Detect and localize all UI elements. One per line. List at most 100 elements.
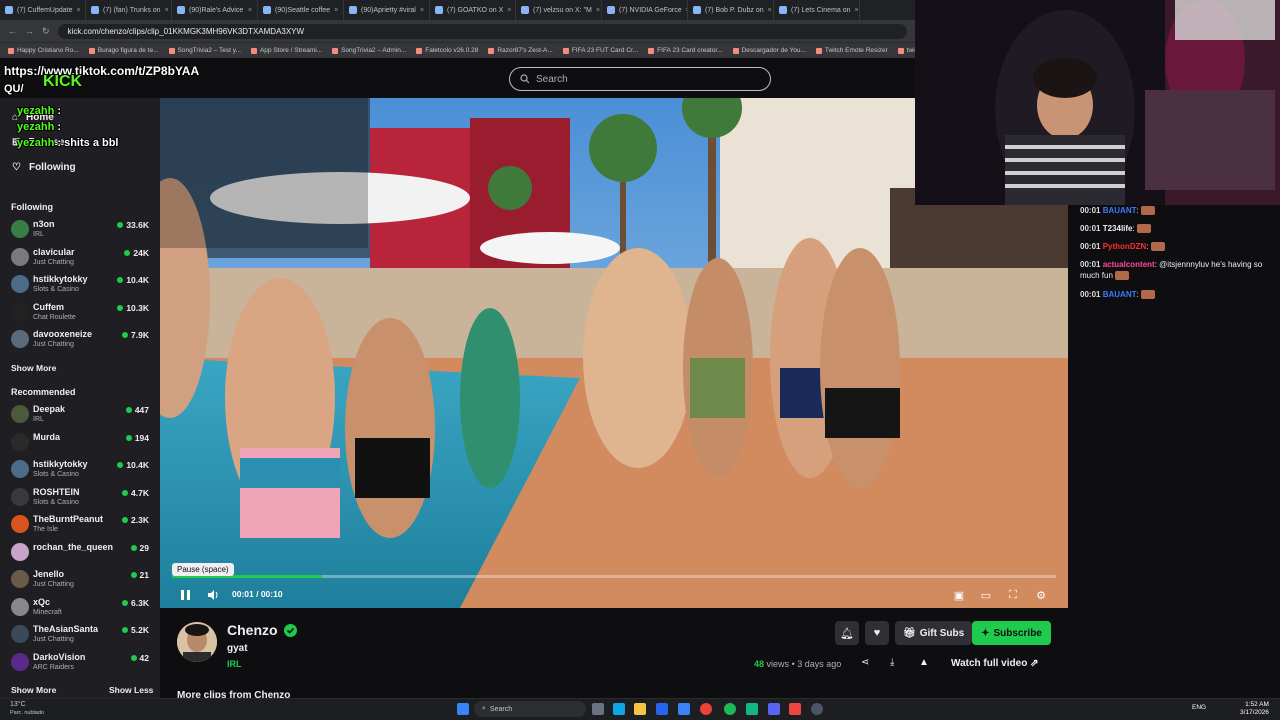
sidebar-channel[interactable]: xQc Minecraft 6.3K bbox=[11, 596, 151, 622]
bookmark-item[interactable]: SongTrivia2 – Admin... bbox=[332, 47, 406, 54]
task-view-icon[interactable] bbox=[592, 703, 604, 715]
chat-username[interactable]: actualcontent bbox=[1103, 260, 1155, 269]
browser-tab[interactable]: (7) Bob P. Dubz on × bbox=[688, 0, 774, 20]
bookmark-item[interactable]: Descargador de You... bbox=[732, 47, 806, 54]
settings-button[interactable]: ⚙ bbox=[1033, 587, 1049, 603]
bookmark-item[interactable]: Faletcolo v26.0.28 bbox=[416, 47, 478, 54]
bookmark-item[interactable]: Burago figura de te... bbox=[88, 47, 159, 54]
chat-username[interactable]: BAUANT bbox=[1103, 290, 1137, 299]
bookmark-item[interactable]: FIFA 23 Card creator... bbox=[648, 47, 723, 54]
fullscreen-button[interactable]: ⛶ bbox=[1005, 587, 1021, 603]
sidebar-channel[interactable]: Deepak IRL 447 bbox=[11, 403, 151, 429]
avatar bbox=[11, 542, 29, 561]
browser-tab[interactable]: (7) velzsu on X: "M × bbox=[516, 0, 602, 20]
back-icon[interactable]: ← bbox=[8, 26, 17, 36]
sidebar-channel[interactable]: Murda 194 bbox=[11, 431, 151, 457]
sidebar-channel[interactable]: DarkoVision ARC Raiders 42 bbox=[11, 651, 151, 677]
tab-title: (7) GOATKO on X bbox=[447, 6, 504, 14]
bookmark-item[interactable]: Twitch Emote Resizer bbox=[815, 47, 888, 54]
weather-widget[interactable]: 13°C Parc. nublado bbox=[10, 701, 44, 717]
tab-favicon-icon bbox=[779, 6, 787, 14]
bookmarks-bar: Happy Cristiano Ro... Burago figura de te… bbox=[0, 42, 915, 58]
close-icon[interactable]: × bbox=[768, 7, 772, 14]
sidebar-channel[interactable]: ROSHTEIN Slots & Casino 4.7K bbox=[11, 486, 151, 512]
bookmark-item[interactable]: Razor87's Zest-A... bbox=[488, 47, 553, 54]
chrome-icon[interactable] bbox=[700, 703, 712, 715]
bookmark-item[interactable]: App Store / Streami... bbox=[250, 47, 322, 54]
language-indicator[interactable]: ENG bbox=[1192, 704, 1206, 711]
follow-button[interactable]: ♥ bbox=[865, 621, 889, 645]
channel-name[interactable]: Chenzo bbox=[227, 622, 297, 638]
store-icon[interactable] bbox=[656, 703, 668, 715]
browser-tab[interactable]: (90)Aprietty #viral × bbox=[344, 0, 430, 20]
avatar[interactable] bbox=[177, 622, 217, 662]
sidebar-channel[interactable]: Jenello Just Chatting 21 bbox=[11, 568, 151, 594]
sidebar-channel[interactable]: davooxeneize Just Chatting 7.9K bbox=[11, 328, 151, 354]
close-icon[interactable]: × bbox=[77, 7, 81, 14]
subscribe-button[interactable]: ✦ Subscribe bbox=[972, 621, 1051, 645]
pause-button[interactable] bbox=[177, 587, 193, 603]
gift-subs-button[interactable]: 🎁︎ Gift Subs bbox=[895, 621, 973, 645]
sidebar-channel[interactable]: hstikkytokky Slots & Casino 10.4K bbox=[11, 273, 151, 299]
browser-tab[interactable]: (7) NVIDIA GeForce× bbox=[602, 0, 688, 20]
tab-title: (7) velzsu on X: "M bbox=[533, 6, 592, 14]
theatre-mode-button[interactable]: ▭ bbox=[978, 587, 994, 603]
browser-tab[interactable]: (90)Rale's Advice × bbox=[172, 0, 258, 20]
forward-icon[interactable]: → bbox=[25, 26, 34, 36]
browser-tab[interactable]: (7) Lets Cinema on × bbox=[774, 0, 860, 20]
music-icon[interactable] bbox=[789, 703, 801, 715]
sidebar-channel[interactable]: clavicular Just Chatting 24K bbox=[11, 246, 151, 272]
tab-favicon-icon bbox=[607, 6, 615, 14]
obs-icon[interactable] bbox=[811, 703, 823, 715]
show-less-recommended[interactable]: Show Less bbox=[109, 685, 153, 695]
search-input[interactable]: Search bbox=[509, 67, 771, 91]
watch-full-video-link[interactable]: Watch full video ⇗ bbox=[951, 658, 1038, 669]
spotify-icon[interactable] bbox=[724, 703, 736, 715]
bookmark-item[interactable]: twitch emote re bbox=[897, 47, 915, 54]
close-icon[interactable]: × bbox=[165, 7, 169, 14]
close-icon[interactable]: × bbox=[507, 7, 511, 14]
clock[interactable]: 1:52 AM 3/17/2026 bbox=[1240, 701, 1269, 717]
mail-icon[interactable] bbox=[678, 703, 690, 715]
chat-username[interactable]: T234life bbox=[1103, 224, 1133, 233]
close-icon[interactable]: × bbox=[248, 7, 252, 14]
browser-tab[interactable]: (7) GOATKO on X × bbox=[430, 0, 516, 20]
kick-logo: KICK bbox=[43, 73, 83, 90]
file-explorer-icon[interactable] bbox=[634, 703, 646, 715]
bookmark-item[interactable]: SongTrivia2 – Test y... bbox=[168, 47, 241, 54]
sidebar-channel[interactable]: n3on IRL 33.6K bbox=[11, 218, 151, 244]
url-input[interactable]: kick.com/chenzo/clips/clip_01KKMGK3MH96V… bbox=[57, 23, 907, 39]
close-icon[interactable]: × bbox=[420, 7, 424, 14]
share-icon[interactable]: ⋖ bbox=[861, 657, 869, 668]
taskbar-search[interactable]: ⌕ Search bbox=[474, 701, 586, 717]
start-icon[interactable] bbox=[457, 703, 469, 715]
notification-button[interactable]: 🔔︎ bbox=[835, 621, 859, 645]
sidebar-channel[interactable]: TheBurntPeanut The Isle 2.3K bbox=[11, 513, 151, 539]
chat-username[interactable]: BAUANT bbox=[1103, 206, 1137, 215]
discord-icon[interactable] bbox=[768, 703, 780, 715]
close-icon[interactable]: × bbox=[596, 7, 600, 14]
sidebar-channel[interactable]: Cuffem Chat Roulette 10.3K bbox=[11, 301, 151, 327]
edge-icon[interactable] bbox=[613, 703, 625, 715]
bookmark-item[interactable]: Happy Cristiano Ro... bbox=[8, 47, 79, 54]
chat-username[interactable]: PythonDZN bbox=[1103, 242, 1147, 251]
show-more-following[interactable]: Show More bbox=[11, 363, 56, 373]
close-icon[interactable]: × bbox=[334, 7, 338, 14]
sidebar-channel[interactable]: TheAsianSanta Just Chatting 5.2K bbox=[11, 623, 151, 649]
miniplayer-button[interactable]: ▣ bbox=[951, 587, 967, 603]
sidebar-channel[interactable]: rochan_the_queen 29 bbox=[11, 541, 151, 567]
browser-tab[interactable]: (90)Seattle coffee × bbox=[258, 0, 344, 20]
show-more-recommended[interactable]: Show More bbox=[11, 685, 56, 695]
browser-tab[interactable]: (7) CuffemUpdate × bbox=[0, 0, 86, 20]
reload-icon[interactable]: ↻ bbox=[42, 26, 50, 37]
close-icon[interactable]: × bbox=[855, 7, 859, 14]
report-icon[interactable]: ▲ bbox=[919, 657, 929, 668]
clip-category[interactable]: IRL bbox=[227, 659, 242, 669]
bookmark-item[interactable]: FIFA 23 FUT Card Cr... bbox=[562, 47, 638, 54]
browser-tab[interactable]: (7) (fan) Trunks on × bbox=[86, 0, 172, 20]
sidebar-channel[interactable]: hstikkytokky Slots & Casino 10.4K bbox=[11, 458, 151, 484]
bookmark-favicon-icon bbox=[250, 47, 257, 54]
xbox-icon[interactable] bbox=[746, 703, 758, 715]
download-icon[interactable]: ⤓ bbox=[890, 657, 894, 668]
volume-button[interactable] bbox=[206, 587, 222, 603]
